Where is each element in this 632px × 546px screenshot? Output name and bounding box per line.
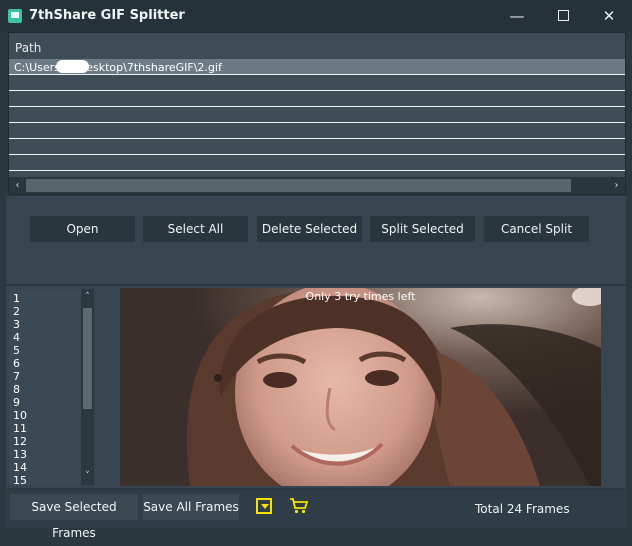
split-selected-button[interactable]: Split Selected (370, 216, 475, 242)
frame-list-item[interactable]: 9 (13, 396, 20, 409)
preview-image (120, 288, 601, 486)
dropdown-icon[interactable] (256, 498, 272, 514)
frame-list-item[interactable]: 4 (13, 331, 20, 344)
open-button[interactable]: Open (30, 216, 135, 242)
minimize-button[interactable]: — (494, 0, 540, 32)
path-list-panel: Path C:\Users\ n\Desktop\7thshareGIF\2.g… (8, 32, 626, 195)
path-column-header: Path (15, 41, 42, 55)
app-icon (8, 9, 22, 23)
delete-selected-button[interactable]: Delete Selected (257, 216, 362, 242)
frame-list-item[interactable]: 15 (13, 474, 27, 487)
path-row[interactable] (9, 91, 625, 107)
bottom-toolbar: Save Selected Frames Save All Frames Tot… (6, 490, 626, 540)
frame-list-item[interactable]: 6 (13, 357, 20, 370)
path-row[interactable] (9, 123, 625, 139)
total-frames-label: Total 24 Frames (475, 502, 570, 516)
frame-list-item[interactable]: 7 (13, 370, 20, 383)
path-row[interactable] (9, 155, 625, 171)
scroll-left-arrow-icon[interactable]: ‹ (9, 177, 26, 194)
save-all-frames-button[interactable]: Save All Frames (143, 494, 239, 520)
action-button-panel: Open Select All Delete Selected Split Se… (6, 196, 626, 284)
scroll-right-arrow-icon[interactable]: › (608, 177, 625, 194)
path-list: C:\Users\ n\Desktop\7thshareGIF\2.gif (9, 59, 625, 171)
scroll-up-arrow-icon[interactable]: ˄ (81, 291, 94, 304)
path-row[interactable] (9, 139, 625, 155)
path-row[interactable]: C:\Users\ n\Desktop\7thshareGIF\2.gif (9, 59, 625, 75)
frame-list-item[interactable]: 1 (13, 292, 20, 305)
frame-list-scrollbar[interactable]: ˄ ˅ (81, 289, 94, 485)
path-row[interactable] (9, 75, 625, 91)
frame-preview: Only 3 try times left (120, 288, 601, 486)
frame-list-item[interactable]: 14 (13, 461, 27, 474)
maximize-button[interactable] (540, 0, 586, 32)
frame-list: 1 2 3 4 5 6 7 8 9 10 11 12 13 14 15 ˄ ˅ (9, 289, 94, 487)
frames-area: 1 2 3 4 5 6 7 8 9 10 11 12 13 14 15 ˄ ˅ (6, 286, 626, 488)
horizontal-scroll-thumb[interactable] (26, 179, 571, 192)
trial-watermark: Only 3 try times left (305, 290, 416, 303)
maximize-icon (557, 10, 569, 21)
frame-list-item[interactable]: 11 (13, 422, 27, 435)
frame-list-item[interactable]: 13 (13, 448, 27, 461)
frame-list-item[interactable]: 8 (13, 383, 20, 396)
redacted-username-mark (56, 60, 89, 73)
frame-list-scroll-thumb[interactable] (83, 308, 92, 409)
frame-list-item[interactable]: 2 (13, 305, 20, 318)
path-row-text: C:\Users\ n\Desktop\7thshareGIF\2.gif (14, 61, 222, 74)
frame-list-item[interactable]: 10 (13, 409, 27, 422)
frame-list-item[interactable]: 12 (13, 435, 27, 448)
horizontal-scrollbar[interactable]: ‹ › (9, 177, 625, 194)
cancel-split-button[interactable]: Cancel Split (484, 216, 589, 242)
close-button[interactable]: ✕ (586, 0, 632, 32)
select-all-button[interactable]: Select All (143, 216, 248, 242)
cart-icon[interactable] (289, 497, 309, 515)
title-bar: 7thShare GIF Splitter — ✕ (0, 0, 632, 32)
save-selected-frames-button[interactable]: Save Selected Frames (10, 494, 138, 540)
window-title: 7thShare GIF Splitter (29, 8, 185, 23)
path-row[interactable] (9, 107, 625, 123)
frame-list-item[interactable]: 3 (13, 318, 20, 331)
frame-list-item[interactable]: 5 (13, 344, 20, 357)
scroll-down-arrow-icon[interactable]: ˅ (81, 470, 94, 483)
